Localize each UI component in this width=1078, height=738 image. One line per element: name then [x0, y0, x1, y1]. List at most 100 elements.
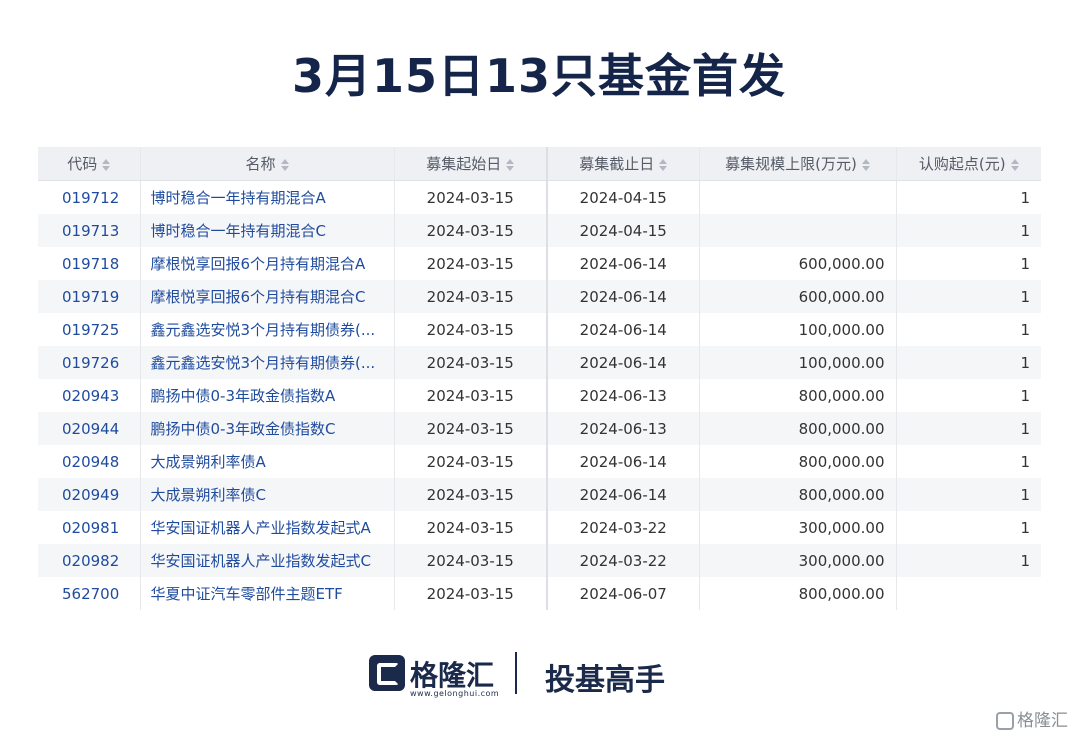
- raise-cap: 100,000.00: [699, 313, 897, 346]
- fund-name[interactable]: 华安国证机器人产业指数发起式C: [140, 544, 395, 577]
- fund-code[interactable]: 020981: [38, 511, 141, 544]
- table-row[interactable]: 019712 博时稳合一年持有期混合A 2024-03-15 2024-04-15 1: [38, 180, 1041, 214]
- fund-code[interactable]: 019725: [38, 313, 141, 346]
- column-header-start-date[interactable]: 募集起始日: [394, 147, 548, 181]
- end-date: 2024-06-13: [547, 412, 700, 445]
- min-subscription: [896, 577, 1041, 610]
- table-row[interactable]: 019725 鑫元鑫选安悦3个月持有期债券(... 2024-03-15 2024-0…: [38, 313, 1041, 346]
- fund-name[interactable]: 鑫元鑫选安悦3个月持有期债券(...: [140, 346, 395, 379]
- fund-code[interactable]: 019712: [38, 180, 141, 214]
- fund-name[interactable]: 摩根悦享回报6个月持有期混合C: [140, 280, 395, 313]
- table-row[interactable]: 019726 鑫元鑫选安悦3个月持有期债券(... 2024-03-15 2024-0…: [38, 346, 1041, 379]
- end-date: 2024-04-15: [547, 180, 700, 214]
- table-row[interactable]: 019713 博时稳合一年持有期混合C 2024-03-15 2024-04-15 1: [38, 214, 1041, 247]
- table-row[interactable]: 020944 鹏扬中债0-3年政金债指数C 2024-03-15 2024-06-13…: [38, 412, 1041, 445]
- table-row[interactable]: 562700 华夏中证汽车零部件主题ETF 2024-03-15 2024-06-07…: [38, 577, 1041, 610]
- slogan: 投基高手: [545, 663, 665, 698]
- fund-code[interactable]: 019726: [38, 346, 141, 379]
- fund-code[interactable]: 019719: [38, 280, 141, 313]
- gelonghui-logo-icon: [369, 655, 405, 691]
- footer-divider: [515, 652, 517, 694]
- start-date: 2024-03-15: [394, 346, 548, 379]
- table-header: 代码 名称 募集起始日 募集截止日 募集规模上限(万元) 认购起点(元): [38, 147, 1041, 181]
- column-header-min-subscription[interactable]: 认购起点(元): [896, 147, 1041, 181]
- fund-code[interactable]: 020943: [38, 379, 141, 412]
- start-date: 2024-03-15: [394, 379, 548, 412]
- fund-name[interactable]: 鑫元鑫选安悦3个月持有期债券(...: [140, 313, 395, 346]
- table-row[interactable]: 020948 大成景朔利率债A 2024-03-15 2024-06-14 800,00…: [38, 445, 1041, 478]
- fund-code[interactable]: 020949: [38, 478, 141, 511]
- min-subscription: 1: [1020, 254, 1030, 273]
- end-date: 2024-06-14: [547, 247, 700, 280]
- fund-code[interactable]: 020944: [38, 412, 141, 445]
- raise-cap: 100,000.00: [699, 346, 897, 379]
- fund-name[interactable]: 博时稳合一年持有期混合C: [140, 214, 395, 247]
- end-date: 2024-06-14: [547, 280, 700, 313]
- end-date: 2024-06-13: [547, 379, 700, 412]
- table-row[interactable]: 020949 大成景朔利率债C 2024-03-15 2024-06-14 800,00…: [38, 478, 1041, 511]
- end-date: 2024-06-14: [547, 445, 700, 478]
- watermark: 格隆汇: [996, 706, 1068, 732]
- start-date: 2024-03-15: [394, 511, 548, 544]
- min-subscription: 1: [896, 214, 1041, 247]
- table-row[interactable]: 020982 华安国证机器人产业指数发起式C 2024-03-15 2024-03-2…: [38, 544, 1041, 577]
- min-subscription: 1: [896, 280, 1041, 313]
- start-date: 2024-03-15: [394, 577, 548, 610]
- raise-cap: 800,000.00: [699, 379, 897, 412]
- table-row[interactable]: 020943 鹏扬中债0-3年政金债指数A 2024-03-15 2024-06-13…: [38, 379, 1041, 412]
- logo-url: www.gelonghui.com: [410, 689, 500, 698]
- min-subscription: 1: [896, 478, 1041, 511]
- fund-name[interactable]: 华夏中证汽车零部件主题ETF: [140, 577, 395, 610]
- min-subscription: 1: [1020, 188, 1030, 207]
- column-header-end-date[interactable]: 募集截止日: [547, 147, 700, 181]
- fund-code[interactable]: 019718: [38, 247, 141, 280]
- start-date: 2024-03-15: [394, 180, 548, 214]
- start-date: 2024-03-15: [394, 544, 548, 577]
- start-date: 2024-03-15: [394, 478, 548, 511]
- raise-cap: 800,000.00: [699, 478, 897, 511]
- min-subscription: 1: [1020, 518, 1030, 537]
- start-date: 2024-03-15: [394, 247, 548, 280]
- column-header-code[interactable]: 代码: [38, 147, 141, 181]
- raise-cap: 300,000.00: [699, 511, 897, 544]
- raise-cap: 800,000.00: [699, 577, 897, 610]
- start-date: 2024-03-15: [394, 280, 548, 313]
- page-title: 3月15日13只基金首发: [291, 49, 787, 103]
- fund-name[interactable]: 鹏扬中债0-3年政金债指数A: [140, 379, 395, 412]
- logo-text: 格隆汇: [410, 659, 495, 692]
- end-date: 2024-03-22: [547, 544, 700, 577]
- raise-cap: [699, 214, 897, 247]
- min-subscription: 1: [1020, 320, 1030, 339]
- column-header-name[interactable]: 名称: [140, 147, 395, 181]
- fund-table: 代码 名称 募集起始日 募集截止日 募集规模上限(万元) 认购起点(元) 019…: [38, 147, 1041, 610]
- fund-name[interactable]: 摩根悦享回报6个月持有期混合A: [140, 247, 395, 280]
- sort-icon[interactable]: [102, 158, 111, 171]
- fund-name[interactable]: 鹏扬中债0-3年政金债指数C: [140, 412, 395, 445]
- raise-cap: 300,000.00: [699, 544, 897, 577]
- table-row[interactable]: 019719 摩根悦享回报6个月持有期混合C 2024-03-15 2024-06-1…: [38, 280, 1041, 313]
- fund-code[interactable]: 019713: [38, 214, 141, 247]
- sort-icon[interactable]: [659, 158, 668, 171]
- fund-code[interactable]: 562700: [38, 577, 141, 610]
- fund-code[interactable]: 020948: [38, 445, 141, 478]
- raise-cap: 800,000.00: [699, 412, 897, 445]
- end-date: 2024-03-22: [547, 511, 700, 544]
- fund-code[interactable]: 020982: [38, 544, 141, 577]
- sort-icon[interactable]: [506, 158, 515, 171]
- fund-name[interactable]: 博时稳合一年持有期混合A: [140, 180, 395, 214]
- sort-icon[interactable]: [1010, 158, 1019, 171]
- table-row[interactable]: 020981 华安国证机器人产业指数发起式A 2024-03-15 2024-03-2…: [38, 511, 1041, 544]
- end-date: 2024-06-14: [547, 478, 700, 511]
- start-date: 2024-03-15: [394, 412, 548, 445]
- fund-name[interactable]: 华安国证机器人产业指数发起式A: [140, 511, 395, 544]
- table-row[interactable]: 019718 摩根悦享回报6个月持有期混合A 2024-03-15 2024-06-1…: [38, 247, 1041, 280]
- column-header-cap[interactable]: 募集规模上限(万元): [699, 147, 897, 181]
- fund-name[interactable]: 大成景朔利率债A: [140, 445, 395, 478]
- sort-icon[interactable]: [861, 158, 870, 171]
- sort-icon[interactable]: [280, 158, 289, 171]
- min-subscription: 1: [896, 412, 1041, 445]
- watermark-text: 格隆汇: [1017, 711, 1068, 731]
- end-date: 2024-06-07: [547, 577, 700, 610]
- fund-name[interactable]: 大成景朔利率债C: [140, 478, 395, 511]
- raise-cap: 600,000.00: [699, 280, 897, 313]
